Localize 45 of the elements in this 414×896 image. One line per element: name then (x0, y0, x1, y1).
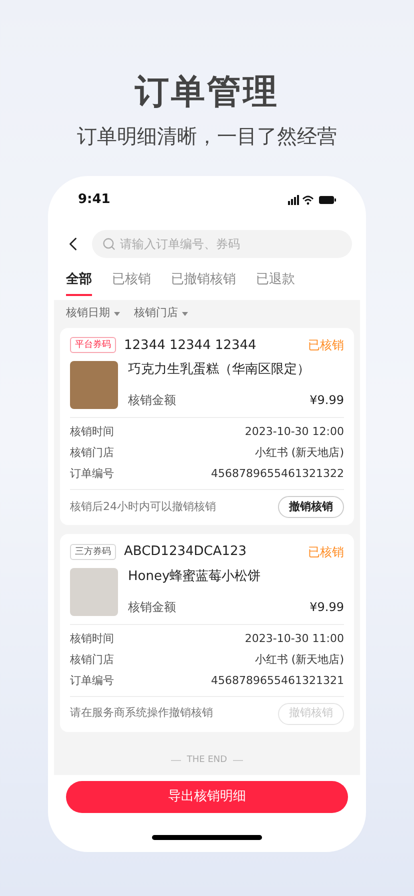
detail-value: 2023-10-30 11:00 (244, 630, 344, 646)
headline-title: 订单管理 (135, 71, 279, 114)
amount-label: 核销金额 (128, 392, 176, 409)
detail-label: 核销时间 (70, 424, 114, 440)
amount-label: 核销金额 (128, 598, 176, 616)
coupon-tag: 三方券码 (70, 544, 116, 560)
coupon-tag: 平台券码 (70, 337, 116, 354)
detail-label: 核销门店 (70, 652, 114, 668)
photo-placeholder (70, 568, 118, 616)
headline-subtitle: 订单明细清晰，一目了然经营 (77, 123, 337, 150)
end-marker: THE END (186, 754, 228, 766)
product-name: Honey蜂蜜蓝莓小松饼 (128, 568, 262, 586)
detail-value: 4568789655461321321 (211, 672, 344, 688)
filter-dropdown[interactable]: 核销门店 (134, 305, 188, 322)
filter-tab[interactable]: 全部 (66, 270, 92, 296)
caret-icon (114, 312, 120, 316)
order-status: 已核销 (308, 337, 344, 354)
order-status: 已核销 (308, 544, 344, 561)
cancel-verification-button[interactable]: 撤销核销 (278, 496, 344, 518)
filter-tab[interactable]: 已退款 (256, 270, 295, 296)
order-note: 请在服务商系统操作撤销核销 (70, 705, 213, 722)
coupon-code: ABCD1234DCA123 (124, 543, 247, 561)
detail-label: 核销时间 (70, 630, 114, 646)
filter-tab[interactable]: 已撤销核销 (171, 270, 236, 296)
filter-tab[interactable]: 已核销 (112, 270, 151, 296)
detail-value: 2023-10-30 12:00 (244, 424, 344, 440)
status-icons (288, 194, 336, 205)
detail-value: 小红书 (新天地店) (254, 445, 344, 461)
detail-label: 订单编号 (70, 672, 114, 688)
photo-placeholder (70, 361, 118, 409)
search-icon (102, 236, 116, 250)
order-note: 核销后24小时内可以撤销核销 (70, 498, 216, 515)
export-button[interactable]: 导出核销明细 (66, 781, 348, 813)
detail-label: 订单编号 (70, 466, 114, 482)
search-field[interactable]: 请输入订单编号、券码 (92, 230, 352, 258)
amount-value: ¥9.99 (310, 598, 344, 616)
detail-value: 4568789655461321322 (211, 466, 344, 482)
filter-dropdown[interactable]: 核销日期 (66, 305, 120, 322)
detail-label: 核销门店 (70, 445, 114, 461)
caret-icon (182, 312, 188, 316)
detail-value: 小红书 (新天地店) (254, 652, 344, 668)
coupon-code: 12344 12344 12344 (124, 336, 256, 354)
product-name: 巧克力生乳蛋糕（华南区限定） (128, 361, 311, 379)
status-time: 9:41 (78, 191, 110, 209)
amount-value: ¥9.99 (310, 392, 344, 409)
